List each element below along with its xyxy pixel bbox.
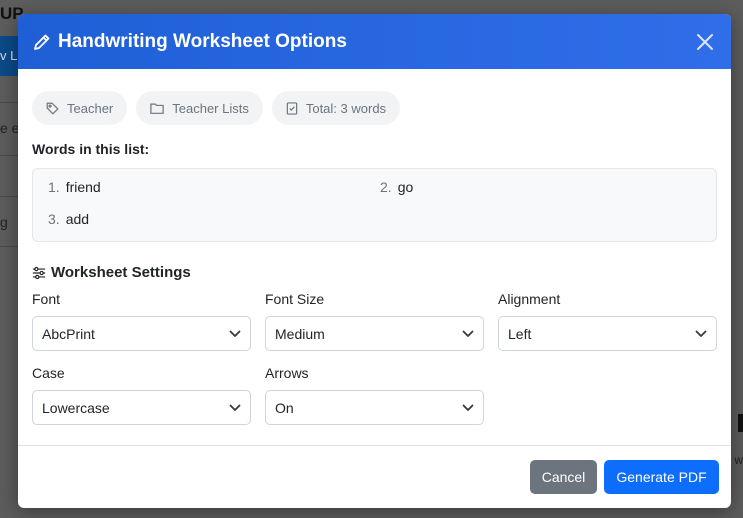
case-select[interactable]: Lowercase	[32, 390, 251, 425]
font-select-value: AbcPrint	[42, 325, 95, 342]
word-number: 3.	[48, 211, 60, 227]
word-text: add	[65, 211, 90, 227]
modal-title: Handwriting Worksheet Options	[58, 30, 347, 52]
chevron-down-icon	[695, 330, 707, 337]
arrows-label: Arrows	[265, 365, 309, 381]
background-button: v L	[0, 36, 18, 76]
background-divider	[0, 246, 18, 247]
word-text: friend	[65, 179, 101, 195]
font-size-field: Font Size Medium	[265, 291, 484, 351]
word-number: 1.	[48, 179, 60, 195]
modal-footer: Cancel Generate PDF	[18, 445, 731, 508]
pencil-icon	[32, 32, 52, 52]
background-text: w	[734, 453, 743, 467]
word-count-chip: Total: 3 words	[271, 91, 401, 125]
chevron-down-icon	[462, 330, 474, 337]
list-item: 3. add	[48, 211, 380, 231]
chip-label: Teacher	[67, 100, 114, 116]
generate-pdf-button[interactable]: Generate PDF	[604, 460, 719, 494]
arrows-select-value: On	[275, 399, 294, 416]
case-label: Case	[32, 365, 65, 381]
background-text: g	[0, 214, 8, 230]
background-divider	[0, 196, 18, 197]
cancel-button[interactable]: Cancel	[530, 460, 597, 494]
chevron-down-icon	[229, 330, 241, 337]
chevron-down-icon	[229, 404, 241, 411]
alignment-label: Alignment	[498, 291, 561, 307]
background-mark	[738, 414, 743, 432]
arrows-select[interactable]: On	[265, 390, 484, 425]
chip-label: Total: 3 words	[305, 100, 387, 116]
font-size-select-value: Medium	[275, 325, 325, 342]
word-list: 1. friend 2. go 3. add	[32, 168, 717, 242]
font-label: Font	[32, 291, 61, 307]
worksheet-options-modal: Handwriting Worksheet Options Teacher Te…	[18, 14, 731, 508]
owner-chip: Teacher	[32, 91, 128, 125]
settings-heading-text: Worksheet Settings	[51, 264, 191, 281]
sliders-icon	[32, 266, 46, 279]
modal-body: Teacher Teacher Lists Total: 3 words Wor…	[18, 69, 731, 425]
font-field: Font AbcPrint	[32, 291, 251, 351]
word-number: 2.	[380, 179, 392, 195]
chevron-down-icon	[462, 404, 474, 411]
folder-icon	[150, 103, 164, 114]
chip-label: Teacher Lists	[172, 100, 249, 116]
background-divider	[0, 155, 18, 156]
alignment-field: Alignment Left	[498, 291, 717, 351]
modal-header: Handwriting Worksheet Options	[18, 14, 731, 69]
tag-icon	[46, 102, 59, 115]
close-icon[interactable]	[693, 30, 717, 54]
list-folder-chip: Teacher Lists	[136, 91, 263, 125]
font-size-label: Font Size	[265, 291, 325, 307]
font-select[interactable]: AbcPrint	[32, 316, 251, 351]
case-select-value: Lowercase	[42, 399, 110, 416]
word-text: go	[397, 179, 414, 195]
font-size-select[interactable]: Medium	[265, 316, 484, 351]
background-divider	[0, 102, 18, 103]
words-heading: Words in this list:	[32, 141, 150, 157]
checklist-icon	[286, 101, 298, 115]
list-item: 2. go	[380, 179, 701, 199]
arrows-field: Arrows On	[265, 365, 484, 425]
settings-grid: Font AbcPrint Font Size Medium Alignment…	[32, 291, 717, 425]
list-item: 1. friend	[48, 179, 380, 199]
alignment-select[interactable]: Left	[498, 316, 717, 351]
case-field: Case Lowercase	[32, 365, 251, 425]
alignment-select-value: Left	[508, 325, 532, 342]
list-info-chips: Teacher Teacher Lists Total: 3 words	[32, 91, 717, 125]
settings-heading: Worksheet Settings	[32, 264, 717, 281]
